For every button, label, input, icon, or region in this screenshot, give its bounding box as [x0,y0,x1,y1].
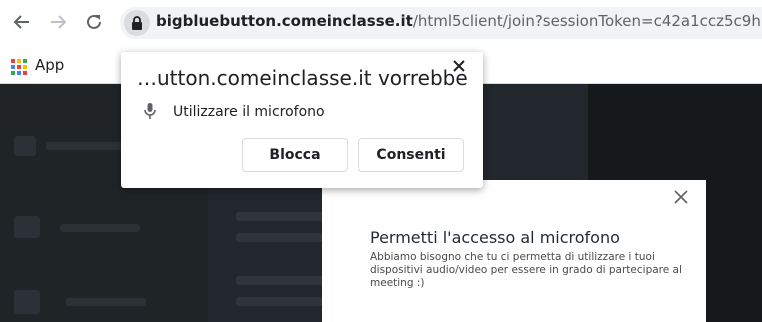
close-icon[interactable] [672,184,690,212]
allow-button[interactable]: Consenti [358,138,464,172]
browser-window: bigbluebutton.comeinclasse.it/html5clien… [0,0,762,322]
modal-body-text: Abbiamo bisogno che tu ci permetta di ut… [370,251,682,289]
apps-bookmark[interactable]: App [35,56,64,74]
mic-permission-modal: Permetti l'accesso al microfono Abbiamo … [322,180,706,322]
apps-grid-icon[interactable] [11,59,27,75]
lock-icon[interactable] [124,10,150,36]
back-button[interactable] [8,8,36,36]
reload-icon [87,14,101,29]
forward-button[interactable] [44,8,72,36]
chrome-permission-prompt: …utton.comeinclasse.it vorrebbe Utilizza… [121,52,483,188]
close-icon[interactable] [452,54,466,78]
url-path: /html5client/join?sessionToken=c42a1ccz5… [412,12,762,30]
permission-label: Utilizzare il microfono [173,104,325,120]
address-bar[interactable]: bigbluebutton.comeinclasse.it/html5clien… [120,7,762,39]
prompt-title: …utton.comeinclasse.it vorrebbe [137,66,468,90]
modal-title: Permetti l'accesso al microfono [370,228,620,247]
arrow-left-icon [13,15,29,29]
microphone-icon [144,103,156,119]
url-text[interactable]: bigbluebutton.comeinclasse.it/html5clien… [156,12,762,30]
url-host: bigbluebutton.comeinclasse.it [156,12,413,30]
arrow-right-icon [51,15,67,29]
browser-toolbar: bigbluebutton.comeinclasse.it/html5clien… [0,0,762,46]
block-button[interactable]: Blocca [242,138,348,172]
reload-button[interactable] [80,8,108,36]
